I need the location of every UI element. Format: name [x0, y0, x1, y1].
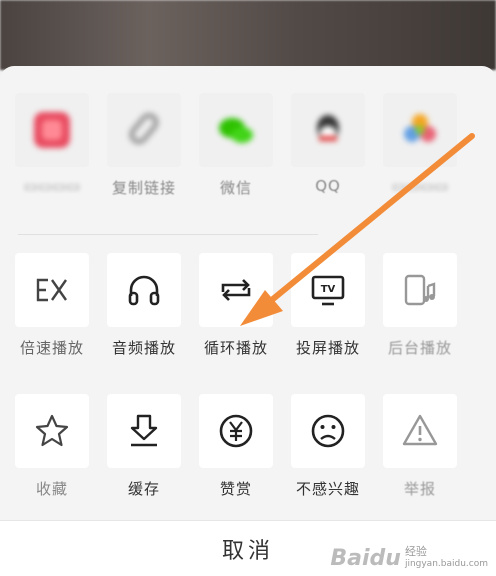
feature-item-tv-cast[interactable]: TV 投屏播放	[288, 253, 368, 363]
loop-icon	[221, 279, 251, 301]
action-item-not-interested[interactable]: 不感兴趣	[288, 394, 368, 504]
feature-item-label: 投屏播放	[295, 339, 360, 357]
action-item-label: 举报	[403, 480, 436, 498]
watermark-line2: jingyan.baidu.com	[404, 559, 488, 569]
feature-item-speed[interactable]: 倍速播放	[12, 253, 92, 363]
warning-icon	[402, 414, 438, 446]
feature-item-loop[interactable]: 循环播放	[196, 253, 276, 363]
share-row: ▭▭▭▭ 复制链接 微信 QQ ▭▭▭▭	[0, 93, 496, 203]
photos-icon	[404, 114, 436, 142]
yen-coin-icon	[219, 414, 253, 448]
tv-badge: TV	[321, 284, 336, 295]
feature-item-label: 音频播放	[111, 339, 176, 357]
row-divider	[18, 234, 318, 235]
watermark-line1: 经验	[404, 545, 427, 558]
wechat-icon	[219, 118, 253, 143]
tv-cast-icon: TV	[311, 275, 345, 306]
sad-face-icon	[311, 414, 345, 448]
action-row: 收藏 缓存 赞赏 不感兴趣 举报	[0, 394, 496, 504]
background-play-icon	[404, 274, 436, 306]
share-item-photos[interactable]: ▭▭▭▭	[380, 93, 460, 203]
red-app-icon	[34, 112, 70, 148]
feature-item-label: 倍速播放	[19, 339, 84, 357]
action-item-label: 收藏	[35, 480, 68, 498]
feature-item-audio[interactable]: 音频播放	[104, 253, 184, 363]
star-icon	[35, 414, 69, 447]
share-item-label: 微信	[219, 179, 252, 197]
action-item-label: 缓存	[127, 480, 160, 498]
video-background	[0, 0, 496, 70]
share-item-copy-link[interactable]: 复制链接	[104, 93, 184, 203]
action-item-label: 不感兴趣	[295, 480, 360, 498]
share-item-label: QQ	[315, 177, 341, 195]
share-item-label: 复制链接	[111, 179, 176, 197]
action-item-reward[interactable]: 赞赏	[196, 394, 276, 504]
share-item-qq[interactable]: QQ	[288, 93, 368, 203]
action-item-favorite[interactable]: 收藏	[12, 394, 92, 504]
feature-item-label: 后台播放	[387, 339, 452, 357]
cancel-label: 取消	[221, 538, 274, 564]
speed-icon	[36, 278, 67, 302]
feature-row: 倍速播放 音频播放 循环播放 TV 投屏播放 后台播放	[0, 253, 496, 363]
share-item-red-app[interactable]: ▭▭▭▭	[12, 93, 92, 203]
qq-icon	[317, 115, 339, 141]
share-item-wechat[interactable]: 微信	[196, 93, 276, 203]
watermark-brand: Baidu	[330, 546, 401, 571]
watermark: Baidu 经验 jingyan.baidu.com	[330, 545, 488, 571]
feature-item-label: 循环播放	[203, 339, 268, 357]
download-icon	[130, 414, 158, 447]
headphones-icon	[128, 275, 160, 306]
feature-item-background-play[interactable]: 后台播放	[380, 253, 460, 363]
link-icon	[129, 112, 159, 145]
action-item-label: 赞赏	[219, 480, 252, 498]
action-item-cache[interactable]: 缓存	[104, 394, 184, 504]
action-item-report[interactable]: 举报	[380, 394, 460, 504]
